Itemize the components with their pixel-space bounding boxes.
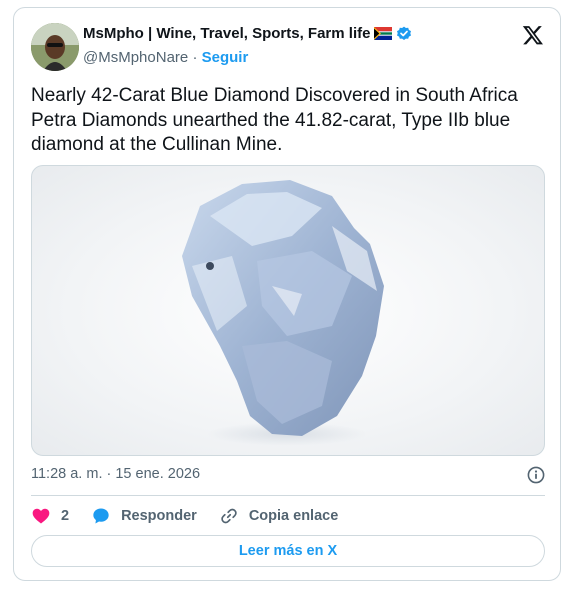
x-logo-icon[interactable]	[522, 24, 544, 46]
author-name-row[interactable]: MsMpho | Wine, Travel, Sports, Farm life	[83, 25, 412, 42]
timestamp-row: 11:28 a. m. · 15 ene. 2026	[31, 466, 545, 486]
reply-label: Responder	[121, 508, 197, 524]
tweet-text-line: diamond at the Cullinan Mine.	[31, 134, 283, 155]
info-icon[interactable]	[527, 466, 545, 484]
copy-link-button[interactable]: Copia enlace	[219, 506, 338, 526]
tweet-timestamp[interactable]: 11:28 a. m. · 15 ene. 2026	[31, 466, 200, 482]
avatar[interactable]	[31, 23, 79, 71]
tweet-text: Nearly 42-Carat Blue Diamond Discovered …	[31, 84, 546, 158]
tweet-image[interactable]	[31, 165, 545, 456]
action-bar: 2 Responder Copia enlace	[31, 506, 360, 526]
like-button[interactable]: 2	[31, 506, 69, 526]
heart-icon	[32, 508, 50, 524]
follow-button[interactable]: Seguir	[202, 49, 249, 66]
link-icon	[221, 508, 237, 524]
tweet-text-line: Petra Diamonds unearthed the 41.82-carat…	[31, 109, 511, 131]
divider	[31, 495, 545, 496]
tweet-text-line: Nearly 42-Carat Blue Diamond Discovered …	[31, 85, 518, 106]
read-more-button[interactable]: Leer más en X	[31, 535, 545, 567]
author-handle-row: @MsMphoNare · Seguir	[83, 49, 248, 66]
author-display-name[interactable]: MsMpho | Wine, Travel, Sports, Farm life	[83, 25, 370, 42]
speech-bubble-icon	[93, 508, 109, 524]
south-africa-flag-icon	[374, 27, 393, 40]
author-handle[interactable]: @MsMphoNare	[83, 49, 188, 66]
handle-separator: ·	[192, 49, 198, 66]
tweet-card: MsMpho | Wine, Travel, Sports, Farm life…	[13, 7, 561, 581]
reply-button[interactable]: Responder	[91, 506, 197, 526]
verified-badge-icon	[396, 26, 412, 42]
copy-link-label: Copia enlace	[248, 508, 339, 524]
likes-count: 2	[61, 508, 70, 524]
